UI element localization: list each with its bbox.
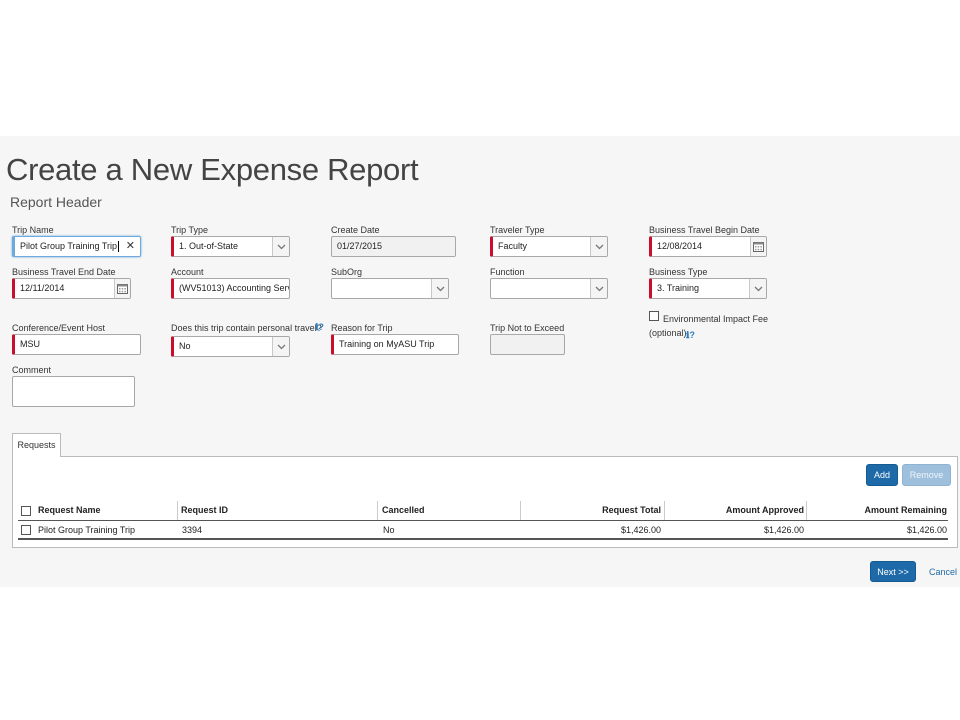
help-icon[interactable]: ℹ?	[315, 322, 324, 333]
page-title: Create a New Expense Report	[6, 152, 419, 187]
cell-request-name[interactable]: Pilot Group Training Trip	[38, 522, 135, 538]
begin-date-input[interactable]: 12/08/2014	[649, 236, 767, 257]
trip-name-input[interactable]: Pilot Group Training Trip ✕	[12, 236, 141, 257]
reason-input[interactable]: Training on MyASU Trip	[331, 334, 459, 355]
personal-travel-select[interactable]: No	[171, 336, 290, 357]
cell-request-id: 3394	[182, 525, 203, 535]
column-header-request-name[interactable]: Request Name	[38, 501, 101, 520]
column-header-cancelled[interactable]: Cancelled	[382, 501, 425, 520]
chevron-down-icon[interactable]	[590, 279, 607, 298]
column-header-request-total[interactable]: Request Total	[522, 501, 661, 520]
business-type-select[interactable]: 3. Training	[649, 278, 767, 299]
next-button[interactable]: Next >>	[870, 561, 916, 582]
section-title: Report Header	[10, 194, 102, 210]
cancel-link[interactable]: Cancel	[929, 567, 957, 577]
text-cursor	[118, 241, 120, 253]
not-to-exceed-field	[490, 334, 565, 355]
begin-date-label: Business Travel Begin Date	[649, 225, 760, 235]
select-all-checkbox[interactable]	[21, 506, 31, 516]
calendar-icon[interactable]	[750, 237, 766, 256]
clear-icon[interactable]: ✕	[126, 237, 135, 256]
row-checkbox[interactable]	[21, 525, 31, 535]
function-select[interactable]	[490, 278, 608, 299]
column-header-amount-remaining[interactable]: Amount Remaining	[808, 501, 948, 520]
cell-amount-approved: $1,426.00	[763, 525, 804, 535]
not-to-exceed-label: Trip Not to Exceed	[490, 323, 565, 333]
add-button[interactable]: Add	[866, 464, 898, 486]
traveler-type-label: Traveler Type	[490, 225, 545, 235]
column-divider	[177, 501, 178, 520]
reason-label: Reason for Trip	[331, 323, 393, 333]
column-header-request-id[interactable]: Request ID	[181, 501, 228, 520]
suborg-select[interactable]	[331, 278, 449, 299]
column-divider	[664, 501, 665, 520]
host-input[interactable]: MSU	[12, 334, 141, 355]
remove-button[interactable]: Remove	[902, 464, 951, 486]
help-icon[interactable]: ℹ?	[686, 330, 695, 341]
cell-request-total: $1,426.00	[620, 525, 661, 535]
business-type-label: Business Type	[649, 267, 708, 277]
chevron-down-icon[interactable]	[431, 279, 448, 298]
personal-travel-label: Does this trip contain personal travel?	[171, 323, 322, 333]
comment-label: Comment	[12, 365, 52, 375]
table-bottom-rule	[18, 538, 948, 540]
chevron-down-icon[interactable]	[272, 237, 289, 256]
host-label: Conference/Event Host	[12, 323, 106, 333]
trip-type-label: Trip Type	[171, 225, 209, 235]
end-date-input[interactable]: 12/11/2014	[12, 278, 131, 299]
env-fee-optional-label: (optional)	[649, 328, 687, 338]
traveler-type-select[interactable]: Faculty	[490, 236, 608, 257]
account-label: Account	[171, 267, 204, 277]
env-fee-checkbox[interactable]	[649, 311, 659, 321]
account-input[interactable]: (WV51013) Accounting Servi	[171, 278, 290, 299]
column-divider	[377, 501, 378, 520]
comment-textarea[interactable]	[12, 376, 135, 407]
chevron-down-icon[interactable]	[272, 337, 289, 356]
calendar-icon[interactable]	[114, 279, 130, 298]
suborg-label: SubOrg	[331, 267, 363, 277]
trip-name-label: Trip Name	[12, 225, 54, 235]
end-date-label: Business Travel End Date	[12, 267, 116, 277]
column-header-amount-approved[interactable]: Amount Approved	[666, 501, 804, 520]
tab-requests[interactable]: Requests	[12, 433, 61, 457]
trip-type-select[interactable]: 1. Out-of-State	[171, 236, 290, 257]
env-fee-label: Environmental Impact Fee	[663, 314, 769, 324]
create-date-label: Create Date	[331, 225, 380, 235]
chevron-down-icon[interactable]	[590, 237, 607, 256]
cell-cancelled: No	[383, 525, 395, 535]
chevron-down-icon[interactable]	[749, 279, 766, 298]
header-rule	[18, 520, 948, 521]
create-date-field: 01/27/2015	[331, 236, 456, 257]
cell-amount-remaining: $1,426.00	[906, 525, 947, 535]
column-divider	[520, 501, 521, 520]
function-label: Function	[490, 267, 525, 277]
column-divider	[806, 501, 807, 520]
